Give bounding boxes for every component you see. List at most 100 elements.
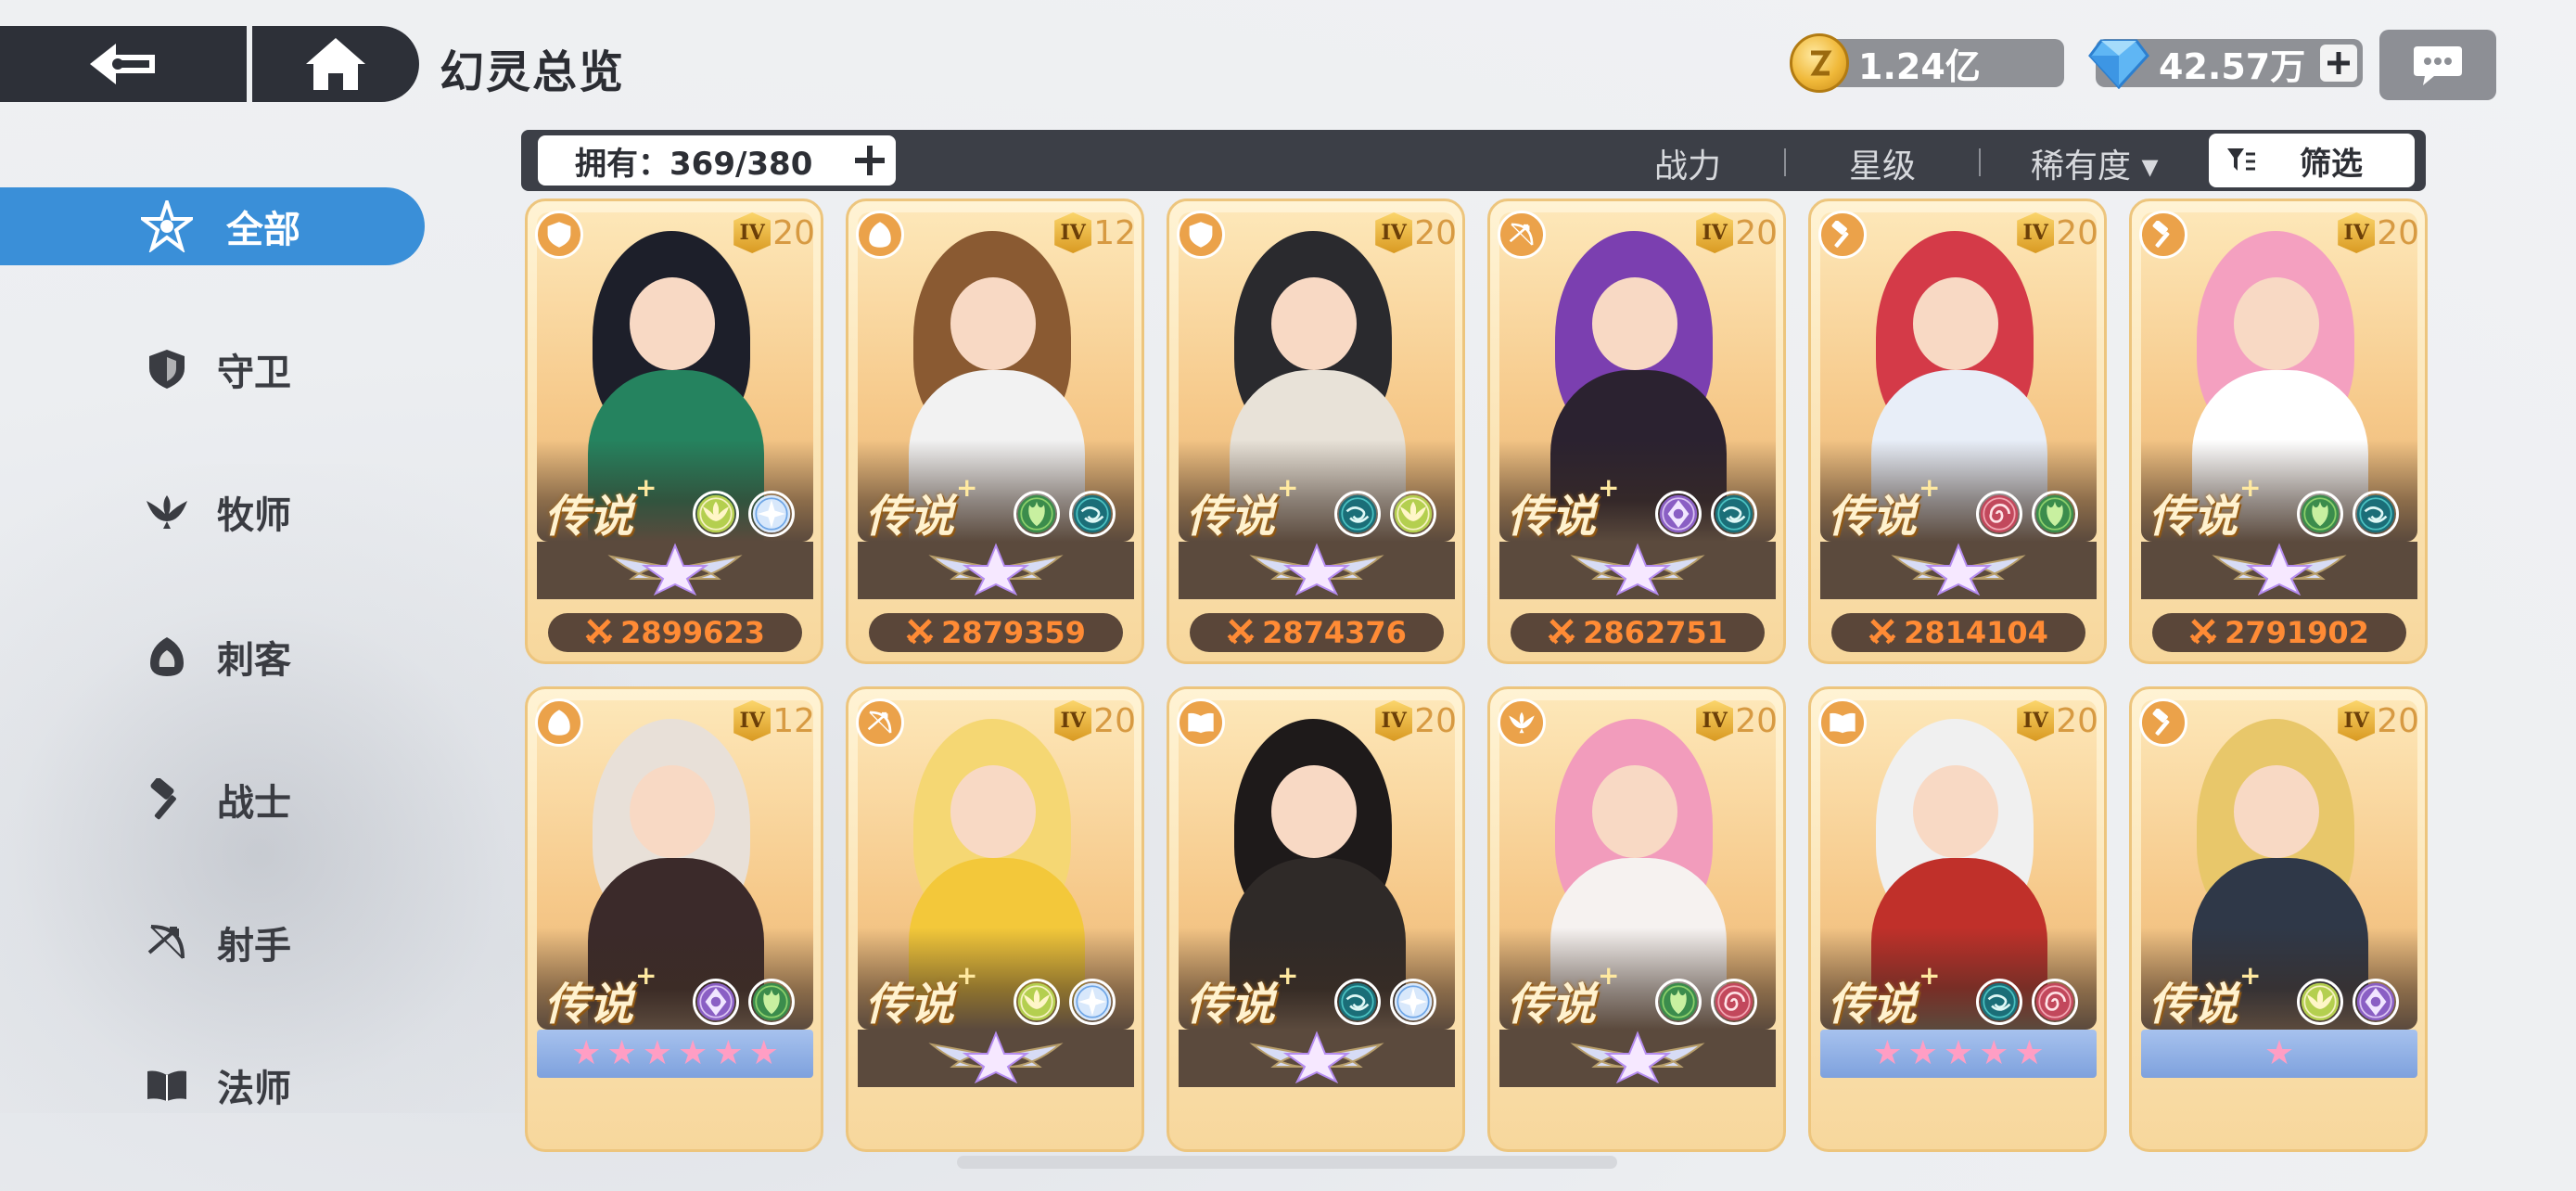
- book-icon: [1818, 698, 1867, 747]
- level-number: 20: [2056, 213, 2098, 252]
- leaf-element-icon: [2297, 491, 2343, 537]
- plus-icon: [2327, 52, 2350, 74]
- power-value: 2814104: [1904, 615, 2048, 650]
- hero-card[interactable]: IV 20 传说 +: [1487, 686, 1786, 1152]
- rank-band: [1499, 542, 1776, 599]
- spiral-element-icon: [2032, 979, 2078, 1025]
- rarity-label: 传说: [544, 491, 634, 543]
- hero-card[interactable]: IV 20 传说 + 2814104: [1808, 198, 2107, 664]
- star-band: ★ ★ ★ ★ ★: [1820, 1030, 2097, 1078]
- gem-currency[interactable]: 42.57万: [2088, 39, 2363, 89]
- tier-badge: IV: [2017, 700, 2055, 741]
- gold-coin-icon: [1790, 33, 1849, 93]
- hero-card[interactable]: IV 20 传说 +: [1167, 686, 1465, 1152]
- hero-card[interactable]: IV 20 传说 + ★: [2129, 686, 2428, 1152]
- plus-mark: +: [1277, 472, 1299, 503]
- plus-mark: +: [2239, 960, 2262, 991]
- wind-element-icon: [1069, 491, 1116, 537]
- wings-element-icon: [693, 491, 739, 537]
- filter-icon: [2227, 148, 2255, 171]
- star-band: ★ ★ ★ ★ ★ ★: [537, 1030, 813, 1078]
- plus-mark: +: [2239, 472, 2262, 503]
- plus-mark: +: [956, 960, 978, 991]
- sidebar-item-label: 守卫: [217, 352, 291, 394]
- power-badge: 2814104: [1831, 613, 2085, 652]
- level-badge: IV 20: [1375, 212, 1457, 253]
- star-icon: ★: [1979, 1034, 2009, 1072]
- hero-card[interactable]: IV 20 传说 + 2899623: [525, 198, 823, 664]
- filter-button[interactable]: 筛选: [2209, 134, 2415, 187]
- owned-count: 拥有：369/380: [575, 145, 813, 183]
- hero-card[interactable]: IV 12 传说 + 2879359: [846, 198, 1144, 664]
- sort-tab-stars[interactable]: 星级: [1849, 139, 1916, 187]
- sidebar-item-0[interactable]: 全部: [0, 187, 425, 265]
- hood-icon: [856, 211, 904, 259]
- wings-icon: [1498, 698, 1546, 747]
- hero-card[interactable]: IV 20 传说 + ★ ★ ★ ★ ★: [1808, 686, 2107, 1152]
- add-gems-button[interactable]: [2320, 45, 2357, 82]
- level-number: 12: [1093, 213, 1136, 252]
- rank-band: [1499, 1030, 1776, 1087]
- star-icon: ★: [748, 1034, 779, 1072]
- star-icon: ★: [2014, 1034, 2045, 1072]
- sidebar-item-4[interactable]: 战士: [0, 761, 425, 839]
- home-button[interactable]: [252, 26, 419, 102]
- rank-band: [1179, 542, 1455, 599]
- portrait-face: [630, 765, 715, 858]
- sort-tab-power[interactable]: 战力: [1654, 139, 1721, 187]
- wings-rank-icon: [606, 542, 745, 599]
- level-badge: IV 20: [2017, 700, 2098, 741]
- star-band: ★: [2141, 1030, 2417, 1078]
- star-icon: ★: [713, 1034, 744, 1072]
- crossed-swords-icon: [906, 617, 934, 648]
- gold-currency[interactable]: 1.24亿: [1790, 33, 2064, 93]
- portrait-face: [1913, 765, 1998, 858]
- portrait-face: [1592, 765, 1677, 858]
- power-badge: 2879359: [869, 613, 1123, 652]
- crossed-swords-icon: [585, 617, 613, 648]
- sidebar-item-label: 刺客: [217, 639, 291, 682]
- hero-card[interactable]: IV 20 传说 + 2862751: [1487, 198, 1786, 664]
- sidebar-item-5[interactable]: 射手: [0, 903, 425, 981]
- power-badge: 2791902: [2152, 613, 2406, 652]
- wings-rank-icon: [1568, 1030, 1707, 1087]
- hero-card[interactable]: IV 20 传说 + 2791902: [2129, 198, 2428, 664]
- sidebar-item-3[interactable]: 刺客: [0, 618, 425, 696]
- star-icon: ★: [606, 1034, 637, 1072]
- level-number: 20: [2377, 213, 2419, 252]
- sort-tab-rarity[interactable]: 稀有度 ▾: [2031, 139, 2159, 187]
- chat-bubble-icon: [2414, 46, 2462, 85]
- rarity-label: 传说: [865, 979, 955, 1031]
- portrait-face: [1592, 277, 1677, 370]
- back-button[interactable]: [0, 26, 247, 102]
- sidebar-item-1[interactable]: 守卫: [0, 330, 425, 408]
- rank-band: [858, 542, 1134, 599]
- scroll-indicator[interactable]: [957, 1156, 1617, 1169]
- level-badge: IV 20: [1375, 700, 1457, 741]
- level-badge: IV 20: [733, 212, 815, 253]
- wings-element-icon: [1014, 979, 1060, 1025]
- level-number: 20: [1414, 213, 1457, 252]
- sidebar-item-label: 全部: [226, 209, 300, 251]
- level-number: 20: [772, 213, 815, 252]
- sidebar-item-2[interactable]: 牧师: [0, 473, 425, 551]
- level-number: 20: [1093, 701, 1136, 740]
- hero-card[interactable]: IV 12 传说 + ★ ★ ★ ★ ★ ★: [525, 686, 823, 1152]
- all-star-icon: [139, 198, 195, 254]
- back-arrow-icon: [90, 44, 155, 84]
- hammer-icon: [1818, 211, 1867, 259]
- shield-icon: [535, 211, 583, 259]
- tier-badge: IV: [2017, 212, 2055, 253]
- plus-mark: +: [1598, 960, 1620, 991]
- owned-count-box[interactable]: 拥有：369/380: [538, 135, 896, 186]
- rarity-label: 传说: [544, 979, 634, 1031]
- expand-capacity-icon[interactable]: [853, 144, 886, 177]
- wind-element-icon: [2353, 491, 2399, 537]
- sidebar-item-6[interactable]: 法师: [0, 1046, 425, 1124]
- hero-card[interactable]: IV 20 传说 +: [846, 686, 1144, 1152]
- chat-button[interactable]: [2379, 30, 2496, 100]
- wings-rank-icon: [2210, 542, 2349, 599]
- hero-card[interactable]: IV 20 传说 + 2874376: [1167, 198, 1465, 664]
- tier-badge: IV: [1054, 700, 1092, 741]
- rarity-label: 传说: [2149, 979, 2238, 1031]
